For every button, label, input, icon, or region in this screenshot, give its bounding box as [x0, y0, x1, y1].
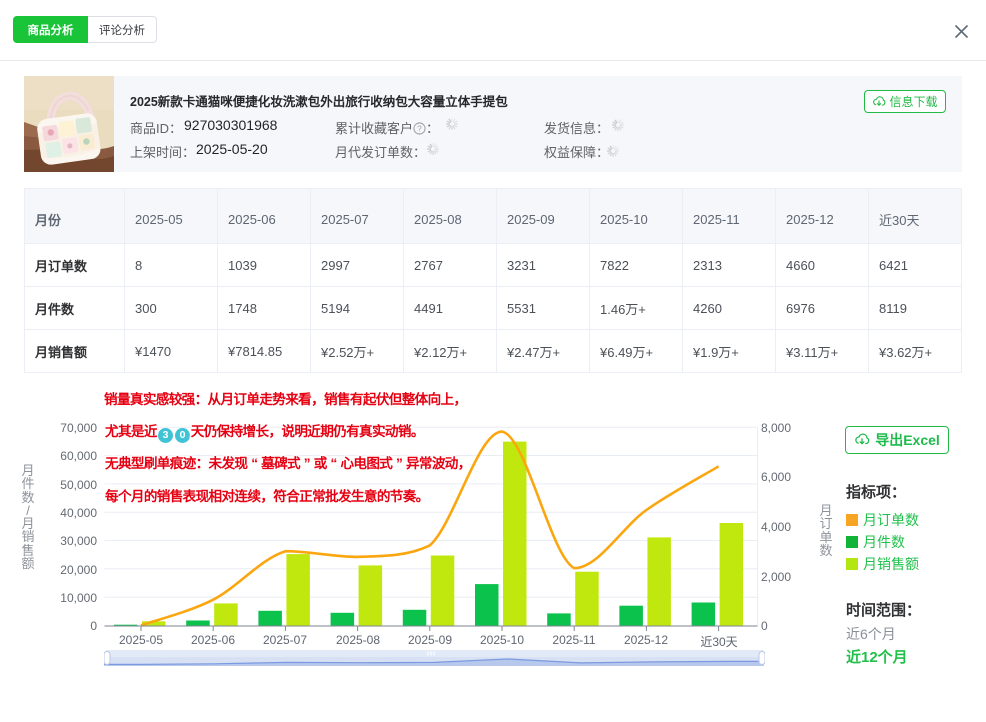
svg-text:?: ?: [417, 123, 422, 133]
